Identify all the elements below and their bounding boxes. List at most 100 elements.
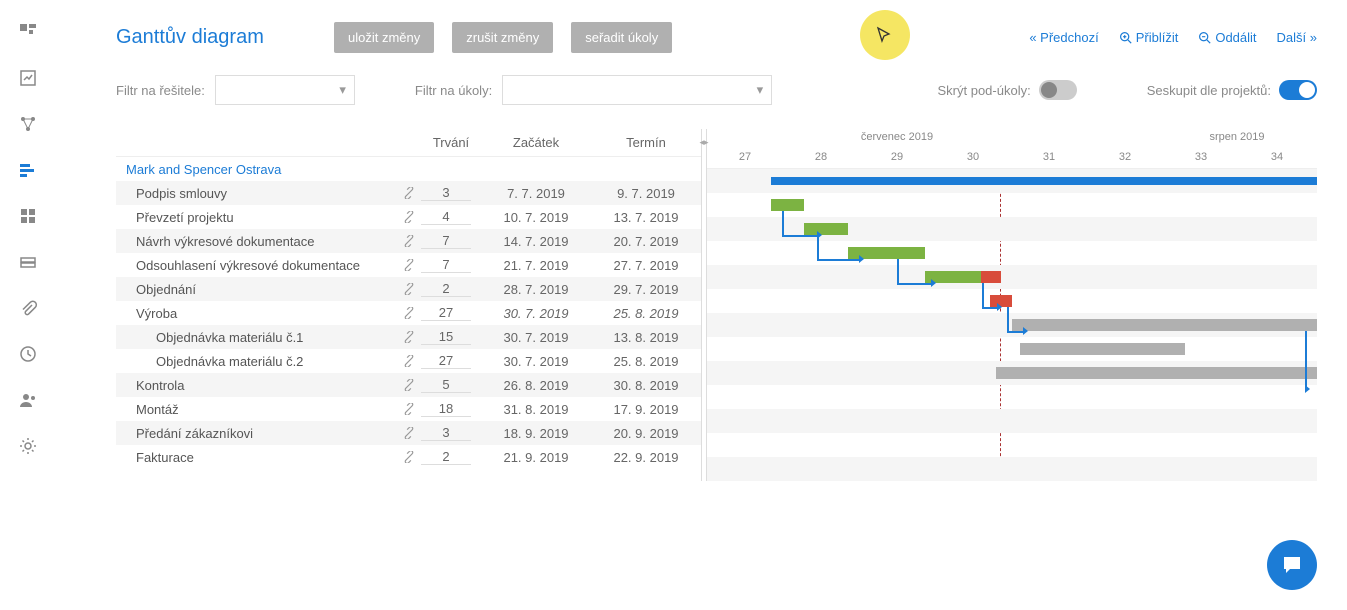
- dependency-icon[interactable]: [403, 355, 417, 367]
- task-duration[interactable]: 3: [421, 425, 471, 441]
- gantt-bar[interactable]: [1020, 343, 1185, 355]
- dependency-line: [782, 211, 784, 235]
- dependency-icon[interactable]: [403, 307, 417, 319]
- nav-time-icon[interactable]: [16, 342, 40, 366]
- task-duration[interactable]: 15: [421, 329, 471, 345]
- task-start: 21. 9. 2019: [481, 450, 591, 465]
- dependency-icon[interactable]: [403, 403, 417, 415]
- chart-row: [707, 193, 1317, 217]
- nav-apps-icon[interactable]: [16, 204, 40, 228]
- prev-link[interactable]: « Předchozí: [1029, 30, 1098, 45]
- task-end: 25. 8. 2019: [591, 306, 701, 321]
- task-row[interactable]: Objednání 2 28. 7. 2019 29. 7. 2019: [116, 277, 701, 301]
- task-start: 26. 8. 2019: [481, 378, 591, 393]
- hide-subtasks-toggle[interactable]: [1039, 80, 1077, 100]
- nav-users-icon[interactable]: [16, 388, 40, 412]
- dependency-icon[interactable]: [403, 283, 417, 295]
- dependency-line: [1305, 331, 1307, 389]
- task-name: Převzetí projektu: [116, 210, 403, 225]
- task-duration[interactable]: 2: [421, 449, 471, 465]
- task-duration[interactable]: 7: [421, 233, 471, 249]
- chart-row: [707, 337, 1317, 361]
- task-duration[interactable]: 2: [421, 281, 471, 297]
- dependency-icon[interactable]: [403, 187, 417, 199]
- sidebar-nav: [0, 0, 56, 610]
- nav-money-icon[interactable]: [16, 250, 40, 274]
- zoom-in-icon: [1119, 31, 1132, 44]
- task-duration[interactable]: 27: [421, 353, 471, 369]
- task-name: Kontrola: [116, 378, 403, 393]
- task-row[interactable]: Kontrola 5 26. 8. 2019 30. 8. 2019: [116, 373, 701, 397]
- dependency-icon[interactable]: [403, 259, 417, 271]
- task-end: 13. 7. 2019: [591, 210, 701, 225]
- task-row[interactable]: Výroba 27 30. 7. 2019 25. 8. 2019: [116, 301, 701, 325]
- project-name[interactable]: Mark and Spencer Ostrava: [116, 162, 421, 177]
- chart-row: [707, 265, 1317, 289]
- gantt-bar[interactable]: [996, 367, 1317, 379]
- dependency-line: [1007, 307, 1009, 331]
- week-label: 34: [1239, 151, 1315, 163]
- chart-row: [707, 409, 1317, 433]
- task-duration[interactable]: 7: [421, 257, 471, 273]
- tasks-filter-select[interactable]: ▾: [502, 75, 772, 105]
- gantt-bar[interactable]: [1012, 319, 1317, 331]
- task-row[interactable]: Převzetí projektu 4 10. 7. 2019 13. 7. 2…: [116, 205, 701, 229]
- cancel-button[interactable]: zrušit změny: [452, 22, 553, 53]
- save-button[interactable]: uložit změny: [334, 22, 434, 53]
- task-duration[interactable]: 18: [421, 401, 471, 417]
- week-label: 31: [1011, 151, 1087, 163]
- sort-button[interactable]: seřadit úkoly: [571, 22, 672, 53]
- nav-attachments-icon[interactable]: [16, 296, 40, 320]
- task-start: 28. 7. 2019: [481, 282, 591, 297]
- dependency-arrow: [931, 279, 936, 287]
- dependency-icon[interactable]: [403, 331, 417, 343]
- dependency-icon[interactable]: [403, 451, 417, 463]
- dependency-arrow: [859, 255, 864, 263]
- assignee-filter-select[interactable]: ▾: [215, 75, 355, 105]
- zoom-in-link[interactable]: Přiblížit: [1119, 30, 1179, 45]
- week-label: 32: [1087, 151, 1163, 163]
- chat-button[interactable]: [1267, 540, 1317, 590]
- task-row[interactable]: Předání zákazníkovi 3 18. 9. 2019 20. 9.…: [116, 421, 701, 445]
- task-row[interactable]: Objednávka materiálu č.2 27 30. 7. 2019 …: [116, 349, 701, 373]
- task-duration[interactable]: 27: [421, 305, 471, 321]
- zoom-out-icon: [1198, 31, 1211, 44]
- task-duration[interactable]: 5: [421, 377, 471, 393]
- gantt-bar[interactable]: [981, 271, 1001, 283]
- gantt-bar[interactable]: [771, 177, 1317, 185]
- task-name: Objednávka materiálu č.1: [116, 330, 403, 345]
- group-projects-toggle[interactable]: [1279, 80, 1317, 100]
- nav-network-icon[interactable]: [16, 112, 40, 136]
- dependency-icon[interactable]: [403, 235, 417, 247]
- dependency-line: [817, 259, 859, 261]
- gantt-bar[interactable]: [771, 199, 804, 211]
- task-row[interactable]: Podpis smlouvy 3 7. 7. 2019 9. 7. 2019: [116, 181, 701, 205]
- nav-dashboard-icon[interactable]: [16, 20, 40, 44]
- gantt-chart[interactable]: červenec 2019srpen 2019 2728293031323334: [707, 129, 1317, 481]
- task-start: 30. 7. 2019: [481, 354, 591, 369]
- nav-gantt-icon[interactable]: [16, 158, 40, 182]
- week-label: 29: [859, 151, 935, 163]
- gantt-bar[interactable]: [804, 223, 848, 235]
- zoom-out-link[interactable]: Oddálit: [1198, 30, 1256, 45]
- task-row[interactable]: Odsouhlasení výkresové dokumentace 7 21.…: [116, 253, 701, 277]
- task-end: 9. 7. 2019: [591, 186, 701, 201]
- task-start: 7. 7. 2019: [481, 186, 591, 201]
- nav-settings-icon[interactable]: [16, 434, 40, 458]
- task-row[interactable]: Montáž 18 31. 8. 2019 17. 9. 2019: [116, 397, 701, 421]
- next-link[interactable]: Další »: [1277, 30, 1317, 45]
- task-end: 29. 7. 2019: [591, 282, 701, 297]
- nav-reports-icon[interactable]: [16, 66, 40, 90]
- task-duration[interactable]: 3: [421, 185, 471, 201]
- task-row[interactable]: Fakturace 2 21. 9. 2019 22. 9. 2019: [116, 445, 701, 469]
- task-end: 27. 7. 2019: [591, 258, 701, 273]
- dependency-line: [982, 283, 984, 307]
- dependency-line: [897, 283, 931, 285]
- dependency-icon[interactable]: [403, 379, 417, 391]
- dependency-icon[interactable]: [403, 211, 417, 223]
- dependency-icon[interactable]: [403, 427, 417, 439]
- task-row[interactable]: Návrh výkresové dokumentace 7 14. 7. 201…: [116, 229, 701, 253]
- task-name: Objednání: [116, 282, 403, 297]
- task-duration[interactable]: 4: [421, 209, 471, 225]
- task-row[interactable]: Objednávka materiálu č.1 15 30. 7. 2019 …: [116, 325, 701, 349]
